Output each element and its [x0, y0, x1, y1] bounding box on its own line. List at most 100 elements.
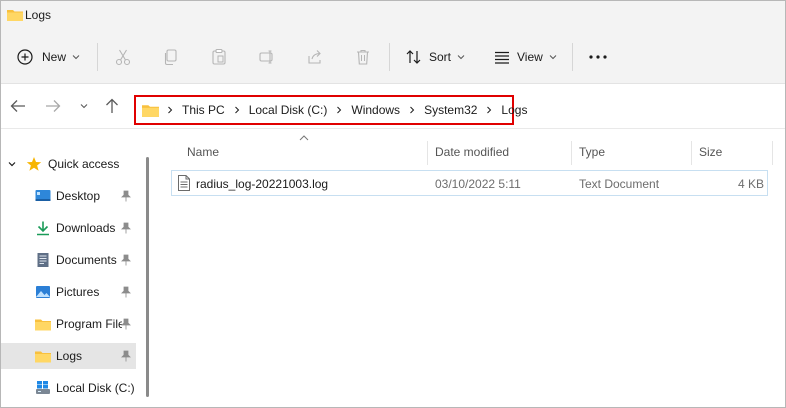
breadcrumb: This PC Local Disk (C:) Windows System32…	[142, 97, 527, 123]
pin-icon[interactable]	[121, 222, 131, 234]
column-header-type[interactable]: Type	[579, 145, 605, 159]
chevron-right-icon[interactable]	[486, 106, 492, 114]
back-button[interactable]	[8, 96, 28, 116]
cut-button[interactable]	[111, 45, 135, 69]
cut-icon	[115, 49, 131, 66]
navigation-bar: This PC Local Disk (C:) Windows System32…	[1, 84, 785, 129]
breadcrumb-windows[interactable]: Windows	[351, 103, 400, 117]
file-size: 4 KB	[737, 177, 764, 191]
sidebar-item-label: Documents	[56, 253, 117, 267]
sidebar-item-documents[interactable]: Documents	[1, 247, 136, 273]
sort-ascending-icon	[299, 135, 309, 141]
sidebar-item-desktop[interactable]: Desktop	[1, 183, 136, 209]
toolbar-divider	[572, 43, 573, 71]
forward-button[interactable]	[43, 96, 63, 116]
navigation-pane: Quick access Desktop Downloads Documents…	[1, 129, 153, 407]
breadcrumb-logs[interactable]: Logs	[501, 103, 527, 117]
pin-icon[interactable]	[121, 350, 131, 362]
rename-button[interactable]	[255, 45, 279, 69]
pin-icon[interactable]	[121, 318, 131, 330]
chevron-right-icon[interactable]	[336, 106, 342, 114]
column-divider[interactable]	[571, 141, 572, 165]
folder-icon	[35, 319, 51, 331]
arrow-left-icon	[10, 100, 25, 112]
sidebar-item-label: Pictures	[56, 285, 100, 299]
breadcrumb-this-pc[interactable]: This PC	[182, 103, 225, 117]
sidebar-item-pictures[interactable]: Pictures	[1, 279, 136, 305]
chevron-right-icon	[168, 106, 173, 114]
table-row[interactable]: radius_log-20221003.log 03/10/2022 5:11 …	[171, 170, 768, 196]
sidebar-item-logs[interactable]: Logs	[1, 343, 136, 369]
column-divider[interactable]	[772, 141, 773, 165]
sidebar-item-program-files[interactable]: Program Files	[1, 311, 136, 337]
sidebar-item-quick-access[interactable]: Quick access	[1, 151, 136, 177]
up-button[interactable]	[102, 96, 122, 116]
file-type: Text Document	[579, 177, 660, 191]
arrow-right-icon	[46, 100, 61, 112]
desktop-icon	[35, 190, 51, 201]
paste-icon	[212, 48, 226, 65]
sidebar-item-label: Program Files	[56, 317, 122, 331]
sort-icon	[406, 50, 421, 64]
rename-icon	[259, 50, 273, 64]
pin-icon[interactable]	[121, 190, 131, 202]
sidebar-item-label: Quick access	[48, 157, 120, 171]
arrow-up-icon	[106, 98, 118, 113]
chevron-down-icon	[72, 55, 80, 60]
sidebar-scrollbar[interactable]	[146, 157, 149, 397]
chevron-right-icon[interactable]	[409, 106, 415, 114]
folder-icon	[7, 10, 23, 21]
folder-icon	[35, 351, 51, 363]
toolbar-divider	[389, 43, 390, 71]
sidebar-item-label: Desktop	[56, 189, 101, 203]
folder-icon	[142, 104, 159, 117]
pictures-icon	[36, 286, 50, 298]
recent-locations-button[interactable]	[74, 96, 94, 116]
new-label: New	[42, 50, 67, 64]
star-icon	[26, 157, 42, 171]
view-icon	[495, 51, 509, 64]
copy-button[interactable]	[159, 45, 183, 69]
new-button[interactable]: New	[17, 31, 80, 83]
drive-icon	[36, 381, 50, 394]
file-name: radius_log-20221003.log	[196, 177, 329, 191]
breadcrumb-local-disk[interactable]: Local Disk (C:)	[249, 103, 328, 117]
more-icon	[589, 55, 607, 59]
copy-icon	[164, 49, 177, 66]
chevron-down-icon	[80, 104, 88, 109]
title-bar: Logs	[1, 1, 785, 31]
delete-button[interactable]	[351, 45, 375, 69]
column-divider[interactable]	[427, 141, 428, 165]
download-icon	[37, 221, 49, 236]
column-header-date[interactable]: Date modified	[435, 145, 509, 159]
view-label: View	[517, 50, 543, 64]
breadcrumb-system32[interactable]: System32	[424, 103, 477, 117]
text-file-icon	[178, 175, 190, 191]
sidebar-item-local-disk[interactable]: Local Disk (C:)	[1, 375, 136, 401]
file-date-modified: 03/10/2022 5:11	[435, 177, 521, 191]
file-list: Name Date modified Type Size radius_log-…	[153, 129, 785, 407]
explorer-window: Logs New Sort View This PC Local Disk (C…	[0, 0, 786, 408]
add-icon	[17, 49, 33, 65]
share-button[interactable]	[303, 45, 327, 69]
toolbar-divider	[97, 43, 98, 71]
chevron-down-icon	[549, 55, 557, 60]
column-header-size[interactable]: Size	[699, 145, 722, 159]
chevron-down-icon[interactable]	[7, 160, 17, 168]
sidebar-item-downloads[interactable]: Downloads	[1, 215, 136, 241]
delete-icon	[357, 49, 369, 65]
paste-button[interactable]	[207, 45, 231, 69]
window-title: Logs	[25, 8, 52, 22]
pin-icon[interactable]	[121, 286, 131, 298]
more-options-button[interactable]	[586, 45, 610, 69]
sort-button[interactable]: Sort	[405, 31, 465, 83]
command-bar: New Sort View	[1, 31, 785, 84]
chevron-right-icon[interactable]	[234, 106, 240, 114]
view-button[interactable]: View	[493, 31, 557, 83]
column-header-name[interactable]: Name	[187, 145, 219, 159]
sidebar-item-label: Downloads	[56, 221, 116, 235]
pin-icon[interactable]	[121, 254, 131, 266]
address-bar[interactable]: This PC Local Disk (C:) Windows System32…	[134, 95, 527, 125]
sidebar-item-label: Logs	[56, 349, 83, 363]
column-divider[interactable]	[691, 141, 692, 165]
